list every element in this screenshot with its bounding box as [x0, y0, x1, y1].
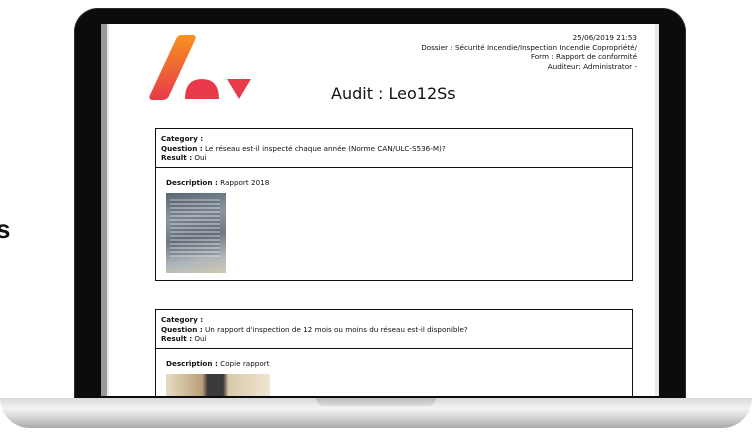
- question-line: Question : Le réseau est-il inspecté cha…: [161, 143, 446, 153]
- question-text: Le réseau est-il inspecté chaque année (…: [205, 143, 446, 153]
- attachment-photo[interactable]: [166, 192, 226, 273]
- result-line: Result : Oui: [161, 334, 207, 344]
- description-text: Copie rapport: [220, 358, 270, 368]
- logo-triangle-shape: [227, 79, 251, 99]
- question-line: Question : Un rapport d'inspection de 12…: [161, 324, 468, 334]
- description-text: Rapport 2018: [220, 177, 270, 187]
- pdf-page-edge: [101, 24, 107, 396]
- logo-dome-shape: [185, 79, 219, 99]
- description-line: Description : Copie rapport: [166, 358, 270, 368]
- report-datetime: 25/06/2019 21:53: [572, 33, 637, 42]
- result-line: Result : Oui: [161, 153, 207, 163]
- question-text: Un rapport d'inspection de 12 mois ou mo…: [205, 324, 468, 334]
- result-value: Oui: [194, 153, 207, 163]
- question-header: Category : Question : Un rapport d'inspe…: [156, 310, 632, 349]
- page-title: Audit : Leo12Ss: [331, 84, 456, 103]
- company-logo: [149, 35, 251, 100]
- laptop-screen: 25/06/2019 21:53 Dossier : Sécurité Ince…: [101, 24, 659, 396]
- question-header: Category : Question : Le réseau est-il i…: [156, 129, 632, 168]
- report-form: Form : Rapport de conformité: [530, 52, 637, 61]
- audit-question-card: Category : Question : Un rapport d'inspe…: [155, 309, 633, 396]
- result-value: Oui: [194, 334, 207, 344]
- report-auditor: Auditeur: Administrator -: [547, 61, 637, 71]
- category-line: Category :: [161, 315, 204, 324]
- description-section: Description : Copie rapport: [156, 349, 632, 396]
- report-metadata: 25/06/2019 21:53 Dossier : Sécurité Ince…: [421, 33, 637, 71]
- category-line: Category :: [161, 134, 204, 143]
- laptop-base-notch: [316, 398, 436, 406]
- attachment-photo[interactable]: [166, 373, 270, 396]
- report-folder: Dossier : Sécurité Incendie/Inspection I…: [421, 42, 637, 52]
- description-section: Description : Rapport 2018: [156, 168, 632, 280]
- partial-heading-text: s: [0, 214, 11, 244]
- audit-question-card: Category : Question : Le réseau est-il i…: [155, 128, 633, 281]
- description-line: Description : Rapport 2018: [166, 177, 270, 187]
- audit-report-document[interactable]: 25/06/2019 21:53 Dossier : Sécurité Ince…: [109, 24, 655, 396]
